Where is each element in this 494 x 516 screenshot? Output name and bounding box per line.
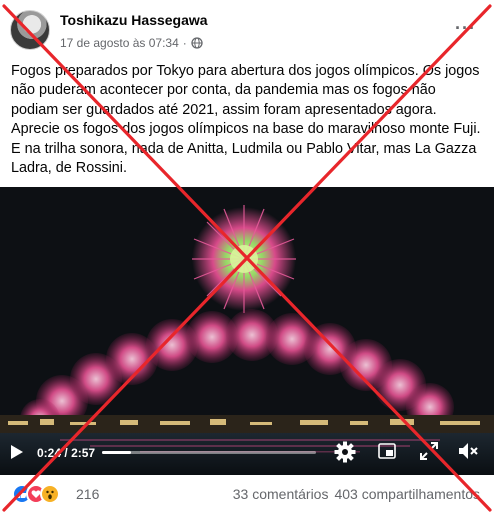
- post-meta: 17 de agosto às 07:34 ·: [60, 36, 203, 50]
- post-header: Toshikazu Hassegawa 17 de agosto às 07:3…: [0, 0, 494, 58]
- post-stats: 33 comentários 403 compartilhamentos: [233, 486, 480, 502]
- picture-in-picture-icon[interactable]: [378, 443, 396, 459]
- post-text: Fogos preparados por Tokyo para abertura…: [11, 63, 481, 177]
- time-total: 2:57: [71, 446, 96, 460]
- volume-muted-icon[interactable]: [458, 442, 478, 460]
- reaction-icons[interactable]: [12, 484, 72, 504]
- time-separator: /: [64, 446, 68, 460]
- video-progress-bar[interactable]: [102, 451, 316, 454]
- fireworks-video-frame: [0, 187, 494, 475]
- author-name[interactable]: Toshikazu Hassegawa: [60, 12, 208, 28]
- shares-link[interactable]: 403 compartilhamentos: [334, 486, 480, 502]
- reaction-count[interactable]: 216: [76, 486, 99, 502]
- avatar[interactable]: [10, 10, 50, 50]
- comments-link[interactable]: 33 comentários: [233, 486, 329, 502]
- video-progress-fill: [102, 451, 132, 454]
- video-time: 0:24 / 2:57: [37, 446, 95, 460]
- settings-gear-icon[interactable]: [334, 441, 356, 463]
- play-icon[interactable]: [10, 444, 24, 460]
- time-current: 0:24: [37, 446, 62, 460]
- facebook-post: Toshikazu Hassegawa 17 de agosto às 07:3…: [0, 0, 494, 516]
- more-options-button[interactable]: ···: [455, 18, 476, 39]
- meta-separator: ·: [182, 36, 187, 50]
- video-player[interactable]: [0, 187, 494, 475]
- post-date[interactable]: 17 de agosto às 07:34: [60, 36, 179, 50]
- wow-icon: [40, 484, 60, 504]
- globe-icon: [191, 37, 203, 49]
- fullscreen-icon[interactable]: [420, 442, 438, 460]
